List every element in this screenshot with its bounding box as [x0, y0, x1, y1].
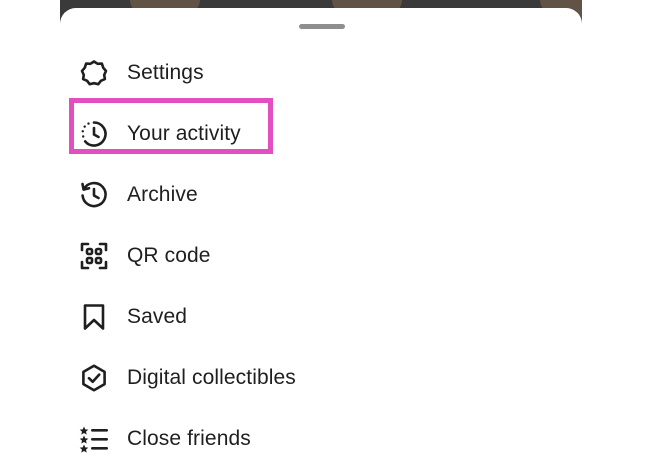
menu-item-saved[interactable]: Saved	[60, 285, 582, 346]
menu-item-label: Digital collectibles	[127, 366, 296, 389]
archive-history-icon	[78, 179, 110, 211]
activity-clock-icon	[78, 118, 110, 150]
bookmark-icon	[78, 301, 110, 333]
menu-item-label: Settings	[127, 61, 204, 84]
drag-handle[interactable]	[299, 24, 345, 29]
menu-item-digital-collectibles[interactable]: Digital collectibles	[60, 346, 582, 407]
bottom-sheet: Settings Your activity Archive QR code S…	[60, 8, 582, 467]
menu-item-archive[interactable]: Archive	[60, 163, 582, 224]
menu-item-qr-code[interactable]: QR code	[60, 224, 582, 285]
gear-icon	[78, 57, 110, 89]
screenshot-stage: Settings Your activity Archive QR code S…	[0, 0, 660, 467]
menu-item-label: Saved	[127, 305, 188, 328]
menu-item-label: Your activity	[127, 122, 241, 145]
menu-item-label: Archive	[127, 183, 198, 206]
verified-shield-icon	[78, 362, 110, 394]
menu-item-settings[interactable]: Settings	[60, 41, 582, 102]
menu-item-label: QR code	[127, 244, 211, 267]
star-list-icon	[78, 423, 110, 455]
menu-item-label: Close friends	[127, 427, 251, 450]
qr-code-icon	[78, 240, 110, 272]
menu-item-close-friends[interactable]: Close friends	[60, 407, 582, 467]
menu-item-your-activity[interactable]: Your activity	[60, 102, 582, 163]
profile-menu: Settings Your activity Archive QR code S…	[60, 41, 582, 467]
